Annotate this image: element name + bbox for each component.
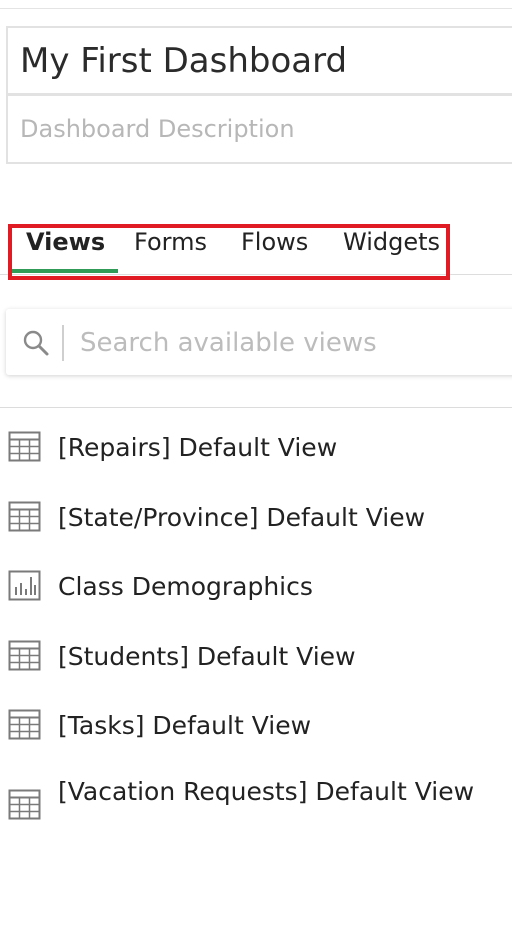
active-tab-indicator bbox=[10, 269, 118, 273]
tab-bar: Views Forms Flows Widgets bbox=[0, 222, 512, 276]
dashboard-title-input[interactable]: My First Dashboard bbox=[8, 28, 512, 96]
list-item[interactable]: [Repairs] Default View bbox=[0, 428, 512, 468]
tab-views[interactable]: Views bbox=[26, 222, 105, 274]
search-divider bbox=[62, 325, 64, 361]
list-item[interactable]: [Tasks] Default View bbox=[0, 706, 512, 746]
tab-bar-divider bbox=[0, 274, 512, 275]
view-search-box bbox=[6, 309, 512, 375]
list-item[interactable]: [Vacation Requests] Default View bbox=[0, 774, 512, 838]
search-input[interactable] bbox=[78, 321, 512, 365]
list-divider bbox=[0, 407, 512, 408]
top-divider bbox=[0, 8, 512, 9]
view-label: [Students] Default View bbox=[58, 642, 356, 671]
search-icon bbox=[23, 330, 49, 356]
table-icon bbox=[8, 789, 41, 820]
tab-flows[interactable]: Flows bbox=[241, 222, 308, 274]
view-label: Class Demographics bbox=[58, 572, 313, 601]
list-item[interactable]: Class Demographics bbox=[0, 567, 512, 607]
table-icon bbox=[8, 709, 41, 740]
dashboard-editor-panel: My First Dashboard Dashboard Description… bbox=[0, 0, 512, 941]
view-label: [Repairs] Default View bbox=[58, 433, 338, 462]
view-label: [State/Province] Default View bbox=[58, 503, 426, 532]
bar-chart-icon bbox=[8, 570, 41, 601]
list-item[interactable]: [Students] Default View bbox=[0, 637, 512, 677]
dashboard-details: My First Dashboard Dashboard Description bbox=[6, 26, 512, 164]
dashboard-description-input[interactable]: Dashboard Description bbox=[8, 96, 512, 162]
view-label: [Vacation Requests] Default View bbox=[58, 777, 475, 806]
tab-forms[interactable]: Forms bbox=[134, 222, 207, 274]
table-icon bbox=[8, 431, 41, 462]
view-label: [Tasks] Default View bbox=[58, 711, 312, 740]
list-item[interactable]: [State/Province] Default View bbox=[0, 498, 512, 538]
table-icon bbox=[8, 640, 41, 671]
table-icon bbox=[8, 501, 41, 532]
tab-widgets[interactable]: Widgets bbox=[343, 222, 440, 274]
